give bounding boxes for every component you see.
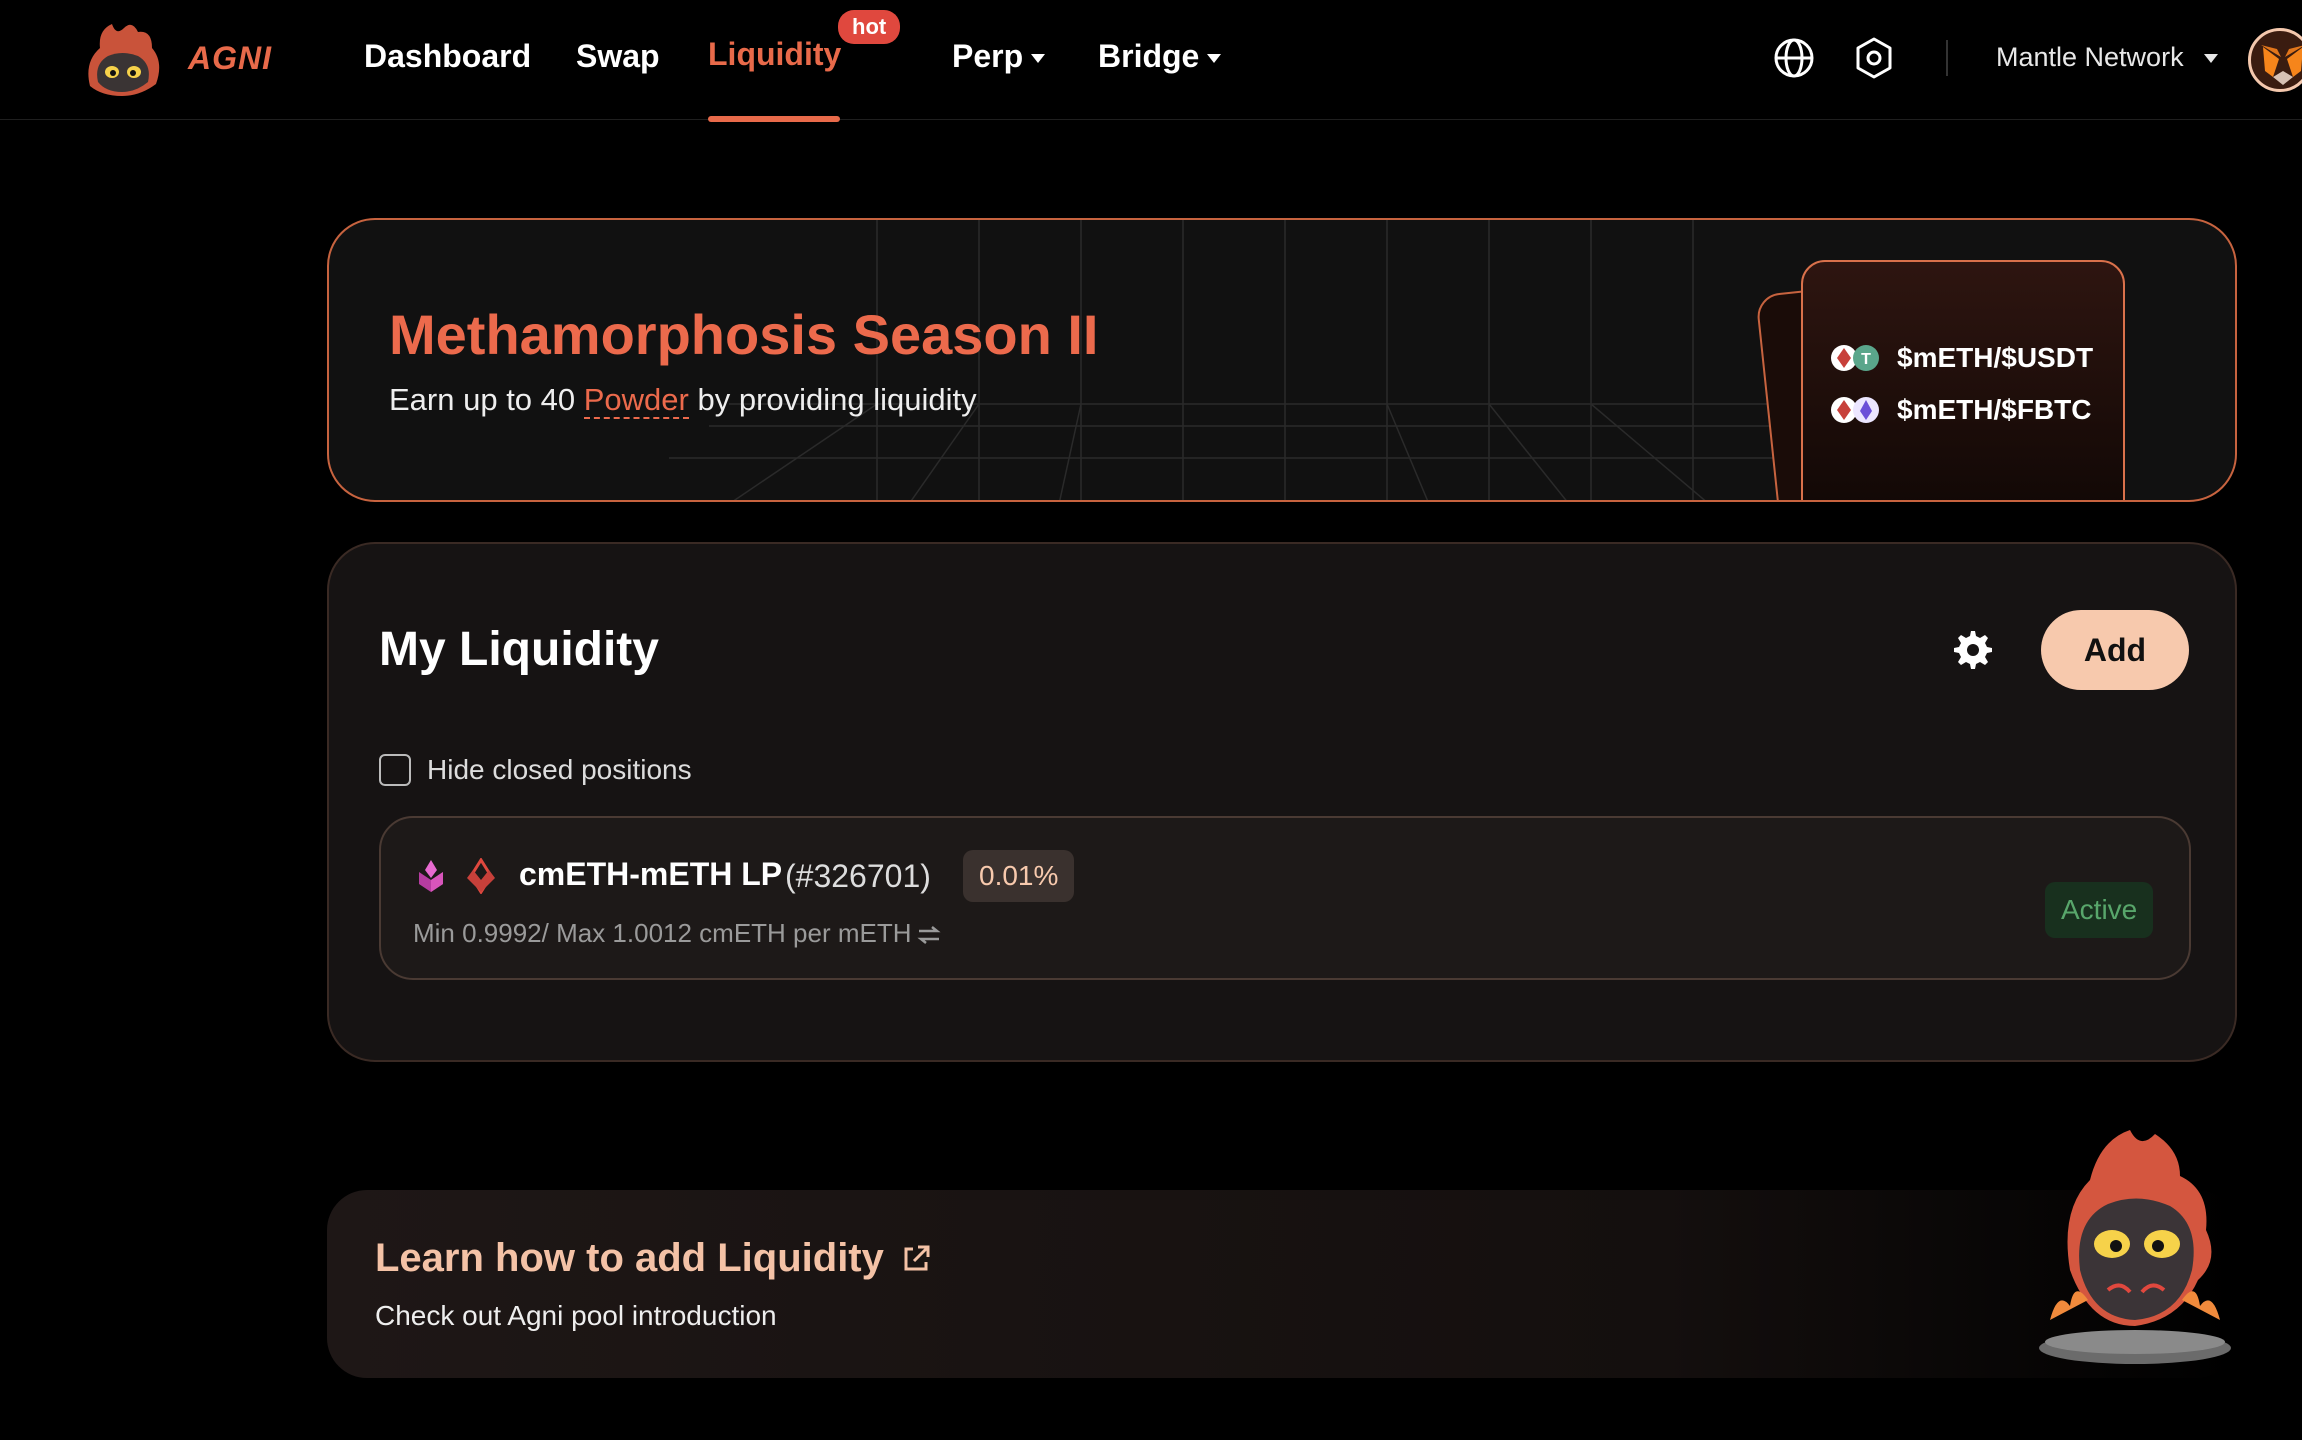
position-id: (#326701) — [785, 858, 931, 894]
promo-pair-fbtc-label: $mETH/$FBTC — [1897, 394, 2092, 425]
meth-token-icon — [467, 858, 495, 894]
my-liquidity-panel: My Liquidity Add Hide closed positions c… — [327, 542, 2237, 1062]
my-liquidity-title: My Liquidity — [379, 623, 659, 676]
nav-liquidity[interactable]: Liquidity — [708, 36, 841, 73]
external-link-icon — [904, 1245, 930, 1270]
banner-subtitle-prefix: Earn up to 40 — [389, 382, 584, 417]
meth-usdt-pair-icon: T — [1831, 345, 1879, 371]
swap-arrows-icon[interactable] — [916, 924, 942, 946]
nav-dashboard[interactable]: Dashboard — [364, 38, 531, 75]
hide-closed-checkbox[interactable] — [379, 754, 411, 786]
wallet-avatar[interactable] — [2248, 28, 2302, 92]
promo-pair-fbtc: $mETH/$FBTC — [1829, 394, 2091, 426]
hide-closed-toggle[interactable]: Hide closed positions — [379, 754, 692, 786]
nav-bridge[interactable]: Bridge — [1098, 38, 1222, 75]
chevron-down-icon — [1207, 54, 1222, 64]
chevron-down-icon — [2203, 54, 2218, 64]
position-range: Min 0.9992/ Max 1.0012 cmETH per mETH — [413, 918, 942, 949]
position-row[interactable]: cmETH-mETH LP (#326701) 0.01% Min 0.9992… — [379, 816, 2191, 980]
fee-tier-badge: 0.01% — [963, 850, 1075, 902]
learn-subtitle: Check out Agni pool introduction — [375, 1300, 777, 1331]
hot-badge: hot — [838, 10, 901, 44]
add-liquidity-button[interactable]: Add — [2041, 610, 2189, 690]
svg-text:T: T — [1861, 351, 1871, 368]
top-navbar: AGNI Dashboard Swap Liquidity hot Perp B… — [0, 0, 2302, 122]
learn-title-label: Learn how to add Liquidity — [375, 1236, 884, 1280]
banner-title: Methamorphosis Season II — [389, 303, 1099, 366]
powder-link[interactable]: Powder — [583, 382, 689, 419]
status-badge: Active — [2045, 882, 2154, 938]
nav-perp-label: Perp — [952, 38, 1024, 74]
promo-pair-usdt-label: $mETH/$USDT — [1897, 342, 2094, 373]
learn-title[interactable]: Learn how to add Liquidity — [375, 1236, 932, 1281]
cmeth-token-icon — [419, 860, 443, 892]
active-tab-indicator — [708, 116, 840, 122]
network-selector[interactable]: Mantle Network — [1996, 42, 2218, 73]
banner-subtitle: Earn up to 40 Powder by providing liquid… — [389, 382, 977, 419]
agni-mascot-illustration — [2039, 1130, 2231, 1364]
gear-icon[interactable] — [1951, 628, 1995, 672]
promo-card[interactable]: T $mETH/$USDT $mETH/$FBTC — [1801, 260, 2125, 500]
position-name: cmETH-mETH LP — [519, 856, 783, 892]
globe-icon[interactable] — [1770, 34, 1818, 82]
position-token-icons — [413, 858, 499, 894]
nav-bridge-label: Bridge — [1098, 38, 1200, 74]
nav-perp[interactable]: Perp — [952, 38, 1046, 75]
settings-hex-icon[interactable] — [1850, 34, 1898, 82]
position-range-text: Min 0.9992/ Max 1.0012 cmETH per mETH — [413, 918, 912, 948]
banner-subtitle-suffix: by providing liquidity — [688, 382, 977, 417]
season-banner[interactable]: Methamorphosis Season II Earn up to 40 P… — [327, 218, 2237, 502]
learn-card[interactable]: Learn how to add Liquidity Check out Agn… — [327, 1190, 2237, 1378]
brand-name[interactable]: AGNI — [188, 40, 272, 77]
chevron-down-icon — [1031, 54, 1046, 64]
nav-swap[interactable]: Swap — [576, 38, 660, 75]
meth-fbtc-pair-icon — [1831, 397, 1879, 423]
metamask-icon — [2261, 45, 2302, 85]
network-label: Mantle Network — [1996, 42, 2184, 72]
promo-pair-usdt: T $mETH/$USDT — [1829, 342, 2093, 374]
nav-divider — [1946, 40, 1948, 76]
agni-logo-icon[interactable] — [80, 16, 164, 100]
hide-closed-label: Hide closed positions — [427, 754, 692, 785]
